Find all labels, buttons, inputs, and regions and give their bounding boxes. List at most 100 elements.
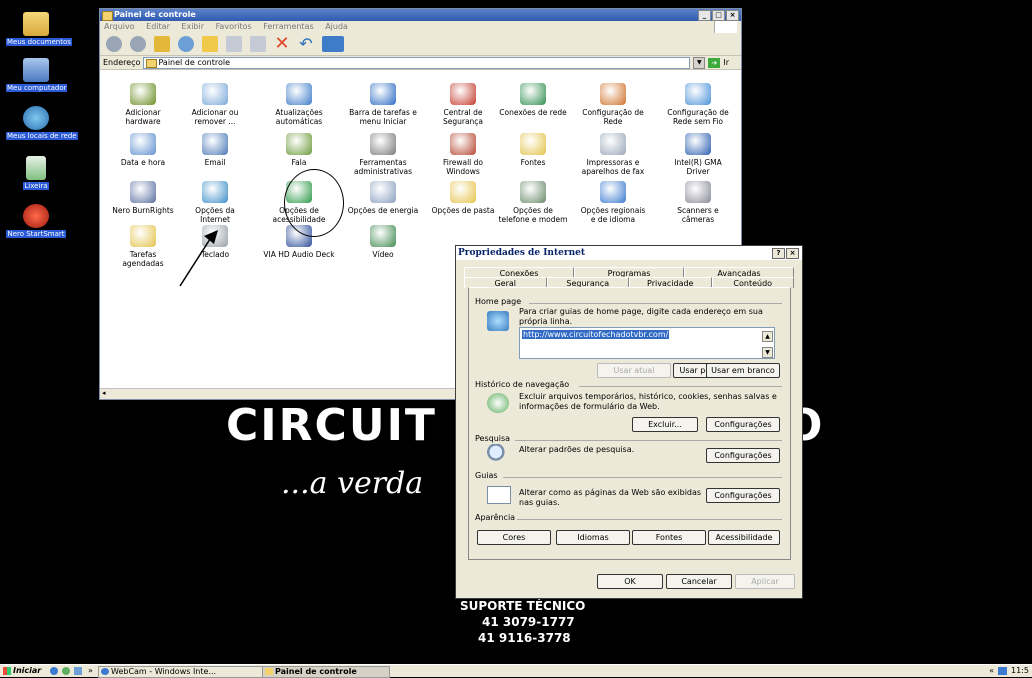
quick-launch-ie-icon[interactable]	[50, 667, 58, 675]
languages-button[interactable]: Idiomas	[556, 530, 630, 545]
control-panel-item[interactable]: Impressoras e aparelhos de fax	[574, 133, 652, 176]
delete-icon[interactable]: ✕	[274, 35, 290, 53]
system-tray: « 11:5	[986, 665, 1032, 677]
control-panel-item[interactable]: Opções regionais e de idioma	[574, 181, 652, 224]
taskbar-item-webcam[interactable]: WebCam - Windows Inte...	[98, 666, 272, 678]
back-icon[interactable]	[106, 36, 122, 52]
go-label[interactable]: Ir	[723, 58, 741, 67]
desktop-icon-recycle-bin[interactable]: Lixeira	[6, 156, 66, 190]
help-button[interactable]: ?	[772, 248, 785, 259]
control-panel-item-icon	[450, 133, 476, 155]
control-panel-item[interactable]: Conexões de rede	[494, 83, 572, 117]
control-panel-item[interactable]: Intel(R) GMA Driver	[659, 133, 737, 176]
control-panel-item-icon	[600, 83, 626, 105]
ok-button[interactable]: OK	[597, 574, 663, 589]
start-button[interactable]: Iniciar	[3, 665, 41, 677]
colors-button[interactable]: Cores	[477, 530, 551, 545]
control-panel-item-label: Opções da	[195, 206, 235, 215]
control-panel-item[interactable]: Vídeo	[344, 225, 422, 259]
tabs-window-icon	[487, 486, 511, 504]
up-folder-icon[interactable]	[154, 36, 170, 52]
dialog-titlebar[interactable]: Propriedades de Internet ? ×	[456, 246, 802, 260]
control-panel-item-label: Conta:	[722, 108, 741, 117]
menu-exibir[interactable]: Exibir	[181, 22, 204, 31]
network-tray-icon[interactable]	[998, 667, 1008, 675]
fonts-button[interactable]: Fontes	[632, 530, 706, 545]
control-panel-item[interactable]: Nero BurnRights	[104, 181, 182, 215]
wallpaper-tagline: ...a verda	[281, 466, 424, 501]
control-panel-item-label: Firewall do	[442, 158, 484, 167]
control-panel-item[interactable]: Configuração de Rede	[574, 83, 652, 126]
menu-favoritos[interactable]: Favoritos	[216, 22, 252, 31]
delete-history-button[interactable]: Excluir...	[632, 417, 698, 432]
search-icon[interactable]	[178, 36, 194, 52]
control-panel-item[interactable]: Tarefas agendadas	[104, 225, 182, 268]
desktop-icon-nero[interactable]: Nero StartSmart	[6, 204, 66, 238]
control-panel-item[interactable]: Central de Segurança	[424, 83, 502, 126]
quick-launch-media-icon[interactable]	[62, 667, 70, 675]
control-panel-item[interactable]: Barra de tarefas e menu Iniciar	[344, 83, 422, 126]
control-panel-item-label-2: Windows	[446, 167, 480, 176]
move-to-icon[interactable]	[226, 36, 242, 52]
control-panel-item[interactable]: Adicionar hardware	[104, 83, 182, 126]
control-panel-item-label-2: agendadas	[122, 259, 164, 268]
dialog-close-button[interactable]: ×	[786, 248, 799, 259]
quick-launch-desktop-icon[interactable]	[74, 667, 82, 675]
tray-expand-chevron[interactable]: «	[989, 665, 994, 677]
desktop-icon-network-places[interactable]: Meus locais de rede	[6, 106, 78, 140]
forward-icon[interactable]	[130, 36, 146, 52]
scroll-left-arrow-icon[interactable]: ◂	[102, 390, 110, 397]
address-dropdown-button[interactable]: ▼	[693, 56, 706, 69]
tabs-settings-button[interactable]: Configurações	[706, 488, 780, 503]
accessibility-button[interactable]: Acessibilidade	[708, 530, 780, 545]
undo-icon[interactable]: ↶	[298, 36, 314, 52]
control-panel-item[interactable]: Opções de pasta	[424, 181, 502, 215]
control-panel-item[interactable]: S	[722, 181, 741, 215]
menu-editar[interactable]: Editar	[146, 22, 170, 31]
url-scroll-up-icon[interactable]: ▲	[762, 331, 773, 342]
url-scroll-down-icon[interactable]: ▼	[762, 347, 773, 358]
control-panel-item-icon	[286, 83, 312, 105]
control-panel-item[interactable]: Email	[176, 133, 254, 167]
desktop-icon-label: Meus locais de rede	[6, 132, 78, 140]
use-current-button[interactable]: Usar atual	[597, 363, 671, 378]
control-panel-item[interactable]: Opções da Internet	[176, 181, 254, 224]
copy-to-icon[interactable]	[250, 36, 266, 52]
desktop-icon-my-computer[interactable]: Meu computador	[6, 58, 68, 92]
control-panel-item-label: Fontes	[520, 158, 546, 167]
control-panel-item[interactable]: Ferramentas administrativas	[344, 133, 422, 176]
control-panel-item-label: Data e hora	[120, 158, 166, 167]
home-page-url-input[interactable]: http://www.circuitofechadotvbr.com/ ▲ ▼	[519, 327, 775, 359]
control-panel-item[interactable]: Opções de telefone e modem	[494, 181, 572, 224]
control-panel-item[interactable]: Opções de energia	[344, 181, 422, 215]
address-field[interactable]: Painel de controle	[143, 56, 691, 69]
control-panel-item[interactable]: Adicionar ou remover ...	[176, 83, 254, 126]
go-arrow-icon[interactable]: ➔	[708, 57, 721, 68]
quick-launch-chevron[interactable]: »	[88, 665, 93, 677]
views-icon[interactable]	[322, 36, 344, 52]
my-documents-icon	[23, 12, 49, 36]
menu-ajuda[interactable]: Ajuda	[325, 22, 348, 31]
menu-ferramentas[interactable]: Ferramentas	[263, 22, 313, 31]
control-panel-item[interactable]: Firewall do Windows	[424, 133, 502, 176]
apply-button[interactable]: Aplicar	[735, 574, 795, 589]
control-panel-item[interactable]: Data e hora	[104, 133, 182, 167]
control-panel-titlebar[interactable]: Painel de controle _ □ ×	[100, 9, 741, 21]
control-panel-item[interactable]: Fontes	[494, 133, 572, 167]
folders-icon[interactable]	[202, 36, 218, 52]
search-settings-button[interactable]: Configurações	[706, 448, 780, 463]
control-panel-item-label-2: aparelhos de fax	[581, 167, 645, 176]
close-button[interactable]: ×	[726, 10, 739, 21]
control-panel-item[interactable]: Conta:	[722, 83, 741, 117]
control-panel-item-icon	[520, 181, 546, 203]
cancel-button[interactable]: Cancelar	[666, 574, 732, 589]
control-panel-item[interactable]: Fala	[260, 133, 338, 167]
history-settings-button[interactable]: Configurações	[706, 417, 780, 432]
desktop-icon-my-documents[interactable]: Meus documentos	[6, 12, 72, 46]
minimize-button[interactable]: _	[698, 10, 711, 21]
control-panel-item[interactable]: Atualizações automáticas	[260, 83, 338, 126]
taskbar-item-control-panel[interactable]: Painel de controle	[262, 666, 390, 678]
maximize-button[interactable]: □	[712, 10, 725, 21]
use-blank-button[interactable]: Usar em branco	[706, 363, 780, 378]
menu-arquivo[interactable]: Arquivo	[104, 22, 135, 31]
